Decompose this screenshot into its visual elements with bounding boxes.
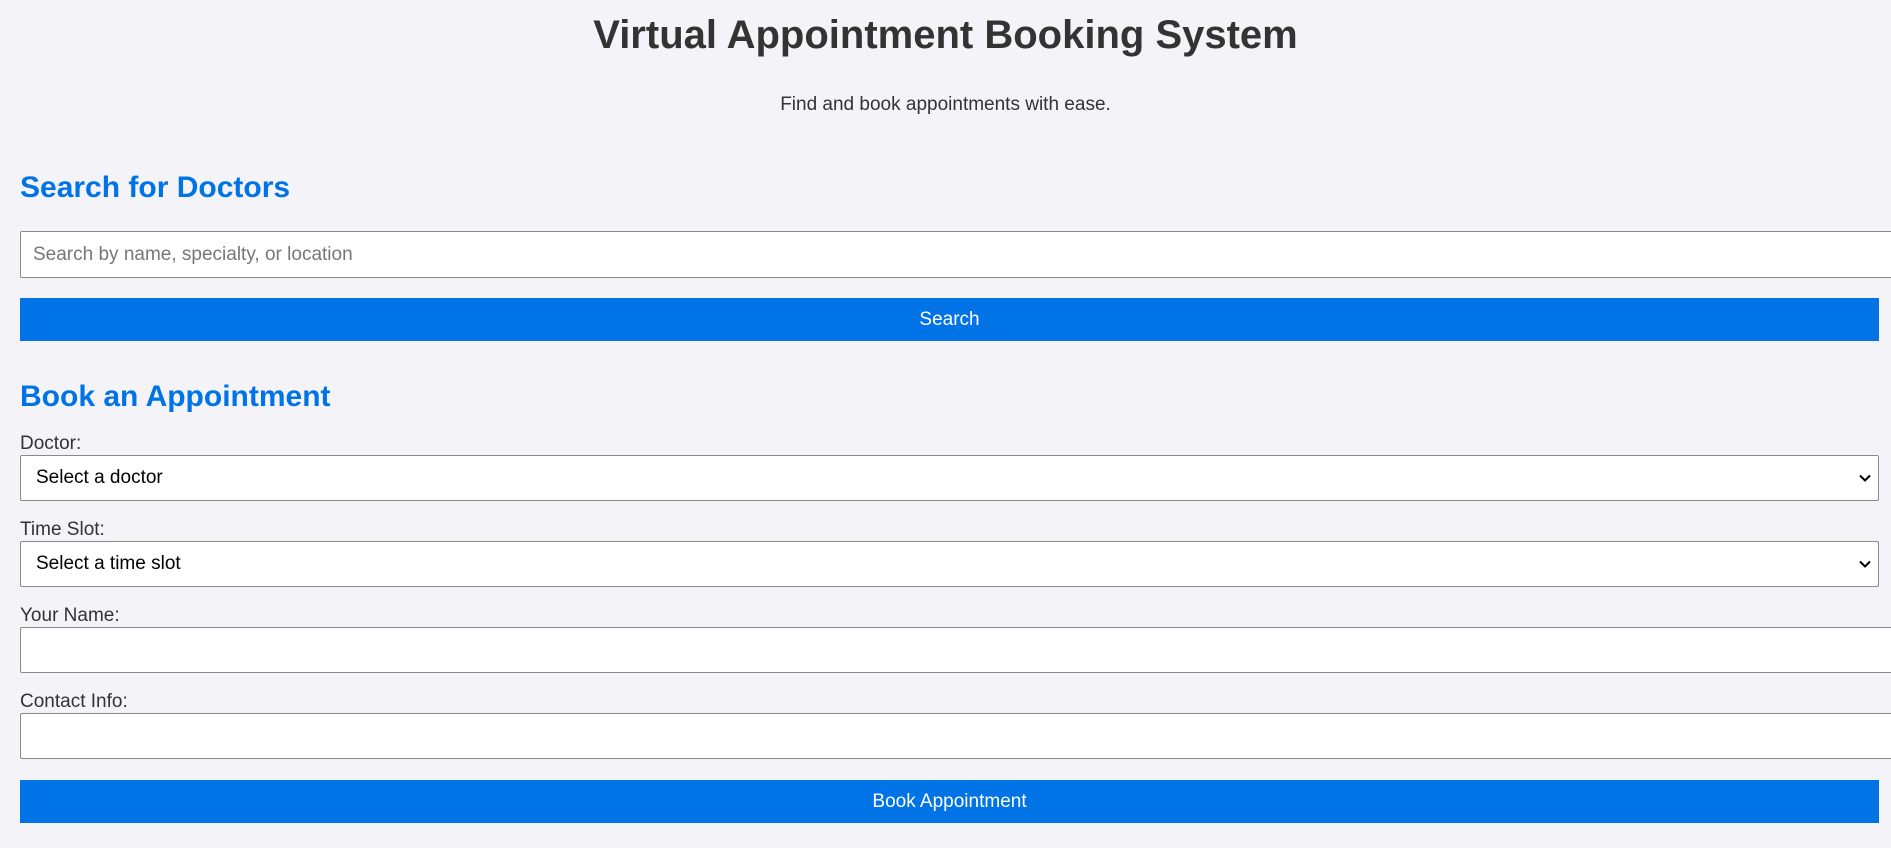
doctor-label: Doctor:: [20, 433, 82, 454]
search-input[interactable]: [20, 231, 1891, 278]
page-tagline: Find and book appointments with ease.: [780, 94, 1111, 115]
search-heading: Search for Doctors: [20, 171, 291, 204]
doctor-select[interactable]: Select a doctor: [20, 455, 1879, 501]
book-appointment-button[interactable]: Book Appointment: [20, 780, 1879, 823]
booking-section: Book an Appointment Doctor: Select a doc…: [20, 379, 1891, 823]
booking-heading: Book an Appointment: [20, 380, 331, 413]
page-title: Virtual Appointment Booking System: [593, 13, 1298, 57]
search-section: Search for Doctors Search: [20, 170, 1891, 341]
contact-input[interactable]: [20, 713, 1891, 759]
name-label: Your Name:: [20, 605, 120, 626]
time-slot-select-value: Select a time slot: [36, 553, 181, 574]
doctor-select-value: Select a doctor: [36, 467, 163, 488]
name-input[interactable]: [20, 627, 1891, 673]
chevron-down-icon: [1859, 560, 1871, 568]
search-button[interactable]: Search: [20, 298, 1879, 341]
contact-label: Contact Info:: [20, 691, 128, 712]
page-header: Virtual Appointment Booking System Find …: [0, 0, 1891, 116]
time-slot-label: Time Slot:: [20, 519, 105, 540]
time-slot-select[interactable]: Select a time slot: [20, 541, 1879, 587]
chevron-down-icon: [1859, 474, 1871, 482]
